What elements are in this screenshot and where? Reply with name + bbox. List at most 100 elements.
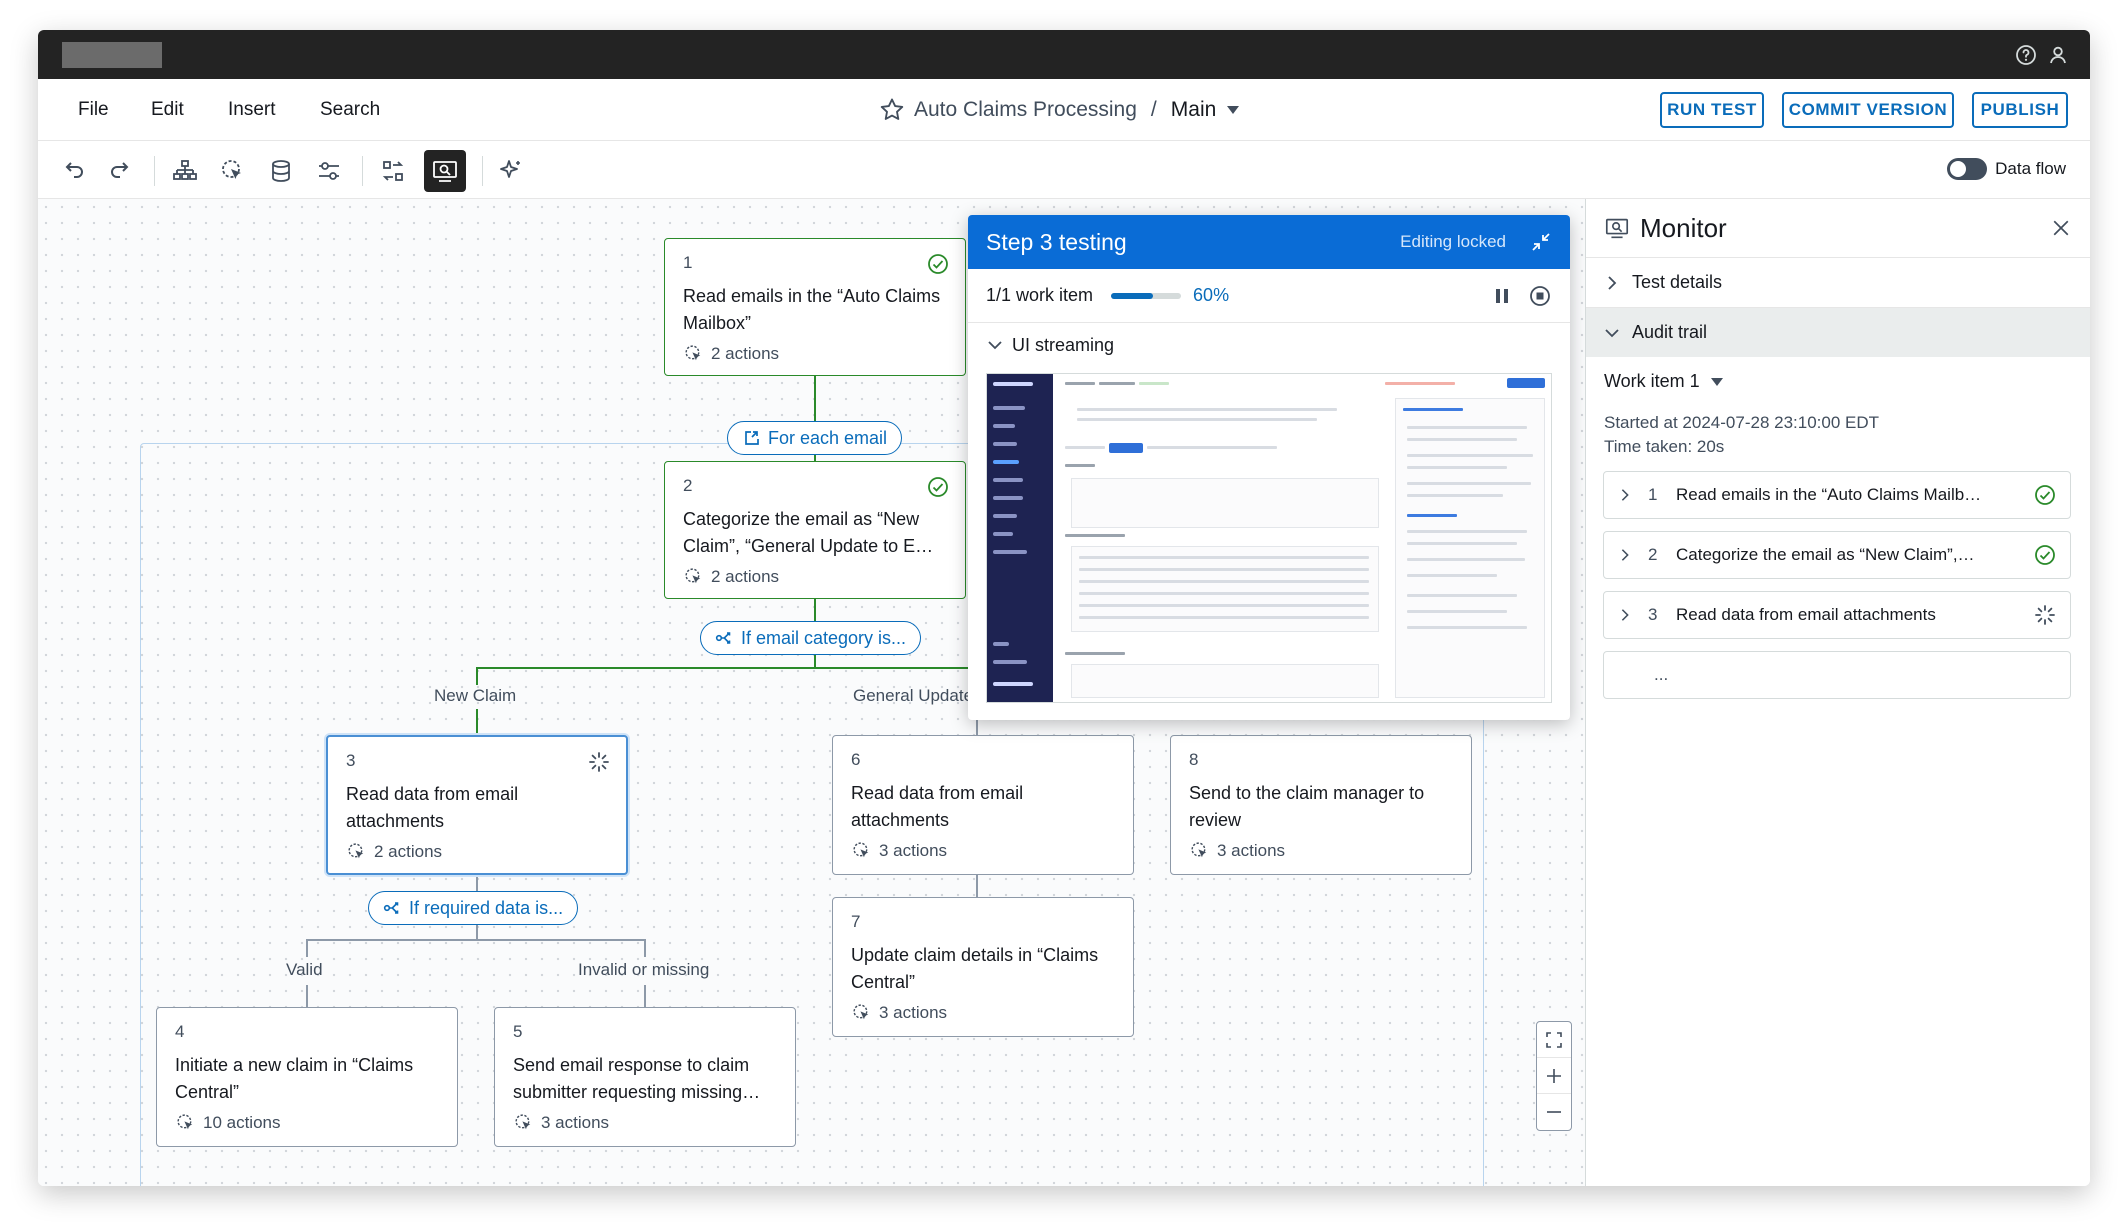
hierarchy-button[interactable]	[168, 154, 202, 188]
help-icon[interactable]	[2014, 43, 2038, 67]
publish-button[interactable]: PUBLISH	[1972, 92, 2068, 128]
commit-version-button[interactable]: COMMIT VERSION	[1782, 92, 1954, 128]
node-number: 2	[683, 476, 693, 495]
toggle-knob	[1950, 161, 1967, 177]
settings-sliders-button[interactable]	[312, 154, 346, 188]
monitor-button[interactable]	[424, 150, 466, 192]
pause-icon[interactable]	[1490, 284, 1514, 308]
monitor-header: Monitor	[1586, 199, 2090, 257]
work-item-count: 1/1 work item	[986, 285, 1094, 305]
preview-sidebar-item	[993, 424, 1015, 428]
node-actions: 3 actions	[851, 840, 1115, 862]
audit-trail-section[interactable]: Audit trail	[1586, 307, 2090, 357]
monitor-panel: Monitor Test details Audit trail Work it…	[1585, 199, 2090, 1186]
preview-line	[1407, 542, 1517, 545]
audit-row-2[interactable]: 2 Categorize the email as “New Claim”,…	[1603, 531, 2071, 579]
chevron-down-icon	[988, 341, 1002, 350]
fit-view-button[interactable]	[1537, 1022, 1571, 1058]
menu-file[interactable]: File	[78, 99, 109, 121]
flow-node-8[interactable]: 8 Send to the claim manager to review 3 …	[1170, 735, 1472, 875]
redo-icon	[111, 162, 129, 178]
flow-node-5[interactable]: 5 Send email response to claim submitter…	[494, 1007, 796, 1147]
preview-line	[1079, 580, 1369, 583]
flow-node-6[interactable]: 6 Read data from email attachments 3 act…	[832, 735, 1134, 875]
sliders-icon	[319, 162, 339, 180]
data-flow-toggle[interactable]	[1947, 158, 1988, 180]
redo-button[interactable]	[104, 154, 138, 188]
menu-insert[interactable]: Insert	[228, 99, 276, 121]
connector	[476, 925, 478, 939]
user-icon[interactable]	[2046, 43, 2070, 67]
collapse-icon[interactable]	[1530, 231, 1552, 253]
zoom-out-button[interactable]	[1537, 1094, 1571, 1130]
flow-node-4[interactable]: 4 Initiate a new claim in “Claims Centra…	[156, 1007, 458, 1147]
database-button[interactable]	[264, 154, 298, 188]
audit-row-label: Read data from email attachments	[1676, 605, 1936, 624]
success-check-icon	[928, 477, 948, 497]
caret-down-icon[interactable]	[1226, 105, 1240, 115]
preview-card	[1071, 664, 1379, 698]
ui-streaming-toggle[interactable]: UI streaming	[968, 323, 1570, 367]
preview-line	[1065, 446, 1105, 449]
stop-icon[interactable]	[1528, 284, 1552, 308]
branch-label-valid: Valid	[286, 960, 323, 979]
zoom-in-button[interactable]	[1537, 1058, 1571, 1094]
preview-line	[1407, 558, 1525, 561]
preview-line	[1407, 466, 1507, 469]
chevron-right-icon	[1621, 549, 1629, 561]
connector	[476, 709, 478, 735]
preview-line	[1065, 652, 1125, 655]
email-category-condition-pill[interactable]: If email category is...	[700, 621, 922, 655]
preview-line	[1407, 426, 1527, 429]
cursor-target-icon	[348, 843, 364, 859]
preview-line	[1407, 454, 1533, 457]
document-name: Auto Claims Processing	[914, 98, 1137, 121]
connector	[814, 599, 816, 621]
preview-line	[1065, 382, 1095, 385]
test-details-section[interactable]: Test details	[1586, 257, 2090, 307]
audit-row-3[interactable]: 3 Read data from email attachments	[1603, 591, 2071, 639]
preview-activity-panel	[1395, 398, 1545, 698]
star-icon[interactable]	[878, 96, 906, 124]
menu-search[interactable]: Search	[320, 99, 380, 121]
monitor-icon	[433, 161, 457, 182]
for-each-loop-pill[interactable]: For each email	[727, 421, 903, 455]
preview-line	[1077, 408, 1337, 411]
connector	[644, 939, 646, 957]
testing-title: Step 3 testing	[986, 228, 1127, 255]
required-data-condition-pill[interactable]: If required data is...	[368, 891, 579, 925]
work-item-selector[interactable]: Work item 1	[1604, 371, 1724, 392]
connector	[644, 985, 646, 1007]
swap-icon	[382, 161, 404, 181]
editing-locked-label: Editing locked	[1400, 232, 1506, 251]
menu-edit[interactable]: Edit	[151, 99, 184, 121]
preview-line	[1407, 594, 1517, 597]
flow-node-1[interactable]: 1 Read emails in the “Auto Claims Mailbo…	[664, 238, 966, 376]
swap-button[interactable]	[376, 154, 410, 188]
node-number: 3	[346, 751, 356, 770]
success-check-icon	[928, 254, 948, 274]
node-number: 8	[1189, 750, 1199, 769]
branch-selector[interactable]: Main	[1171, 98, 1217, 122]
flow-node-7[interactable]: 7 Update claim details in “Claims Centra…	[832, 897, 1134, 1037]
run-test-button[interactable]: RUN TEST	[1660, 92, 1764, 128]
cursor-target-icon	[853, 1004, 869, 1020]
top-bar	[38, 30, 2090, 79]
flow-node-3[interactable]: 3 Read data from email attachments 2 act…	[326, 735, 628, 875]
audit-row-1[interactable]: 1 Read emails in the “Auto Claims Mailb…	[1603, 471, 2071, 519]
audit-row-more[interactable]: ...	[1603, 651, 2071, 699]
toolbar-divider	[154, 156, 155, 186]
flow-node-2[interactable]: 2 Categorize the email as “New Claim”, “…	[664, 461, 966, 599]
close-icon[interactable]	[2050, 217, 2072, 239]
undo-button[interactable]	[56, 154, 90, 188]
data-flow-label: Data flow	[1995, 159, 2066, 178]
ui-action-button[interactable]	[216, 154, 250, 188]
work-item-label: Work item 1	[1604, 371, 1700, 391]
preview-line	[1079, 592, 1369, 595]
ai-assist-button[interactable]	[494, 154, 528, 188]
progress-bar	[1111, 292, 1182, 299]
node-actions: 10 actions	[175, 1112, 439, 1134]
node-title: Read data from email attachments	[851, 783, 1024, 830]
node-actions: 3 actions	[513, 1112, 777, 1134]
node-title: Initiate a new claim in “Claims Central”	[175, 1055, 414, 1102]
